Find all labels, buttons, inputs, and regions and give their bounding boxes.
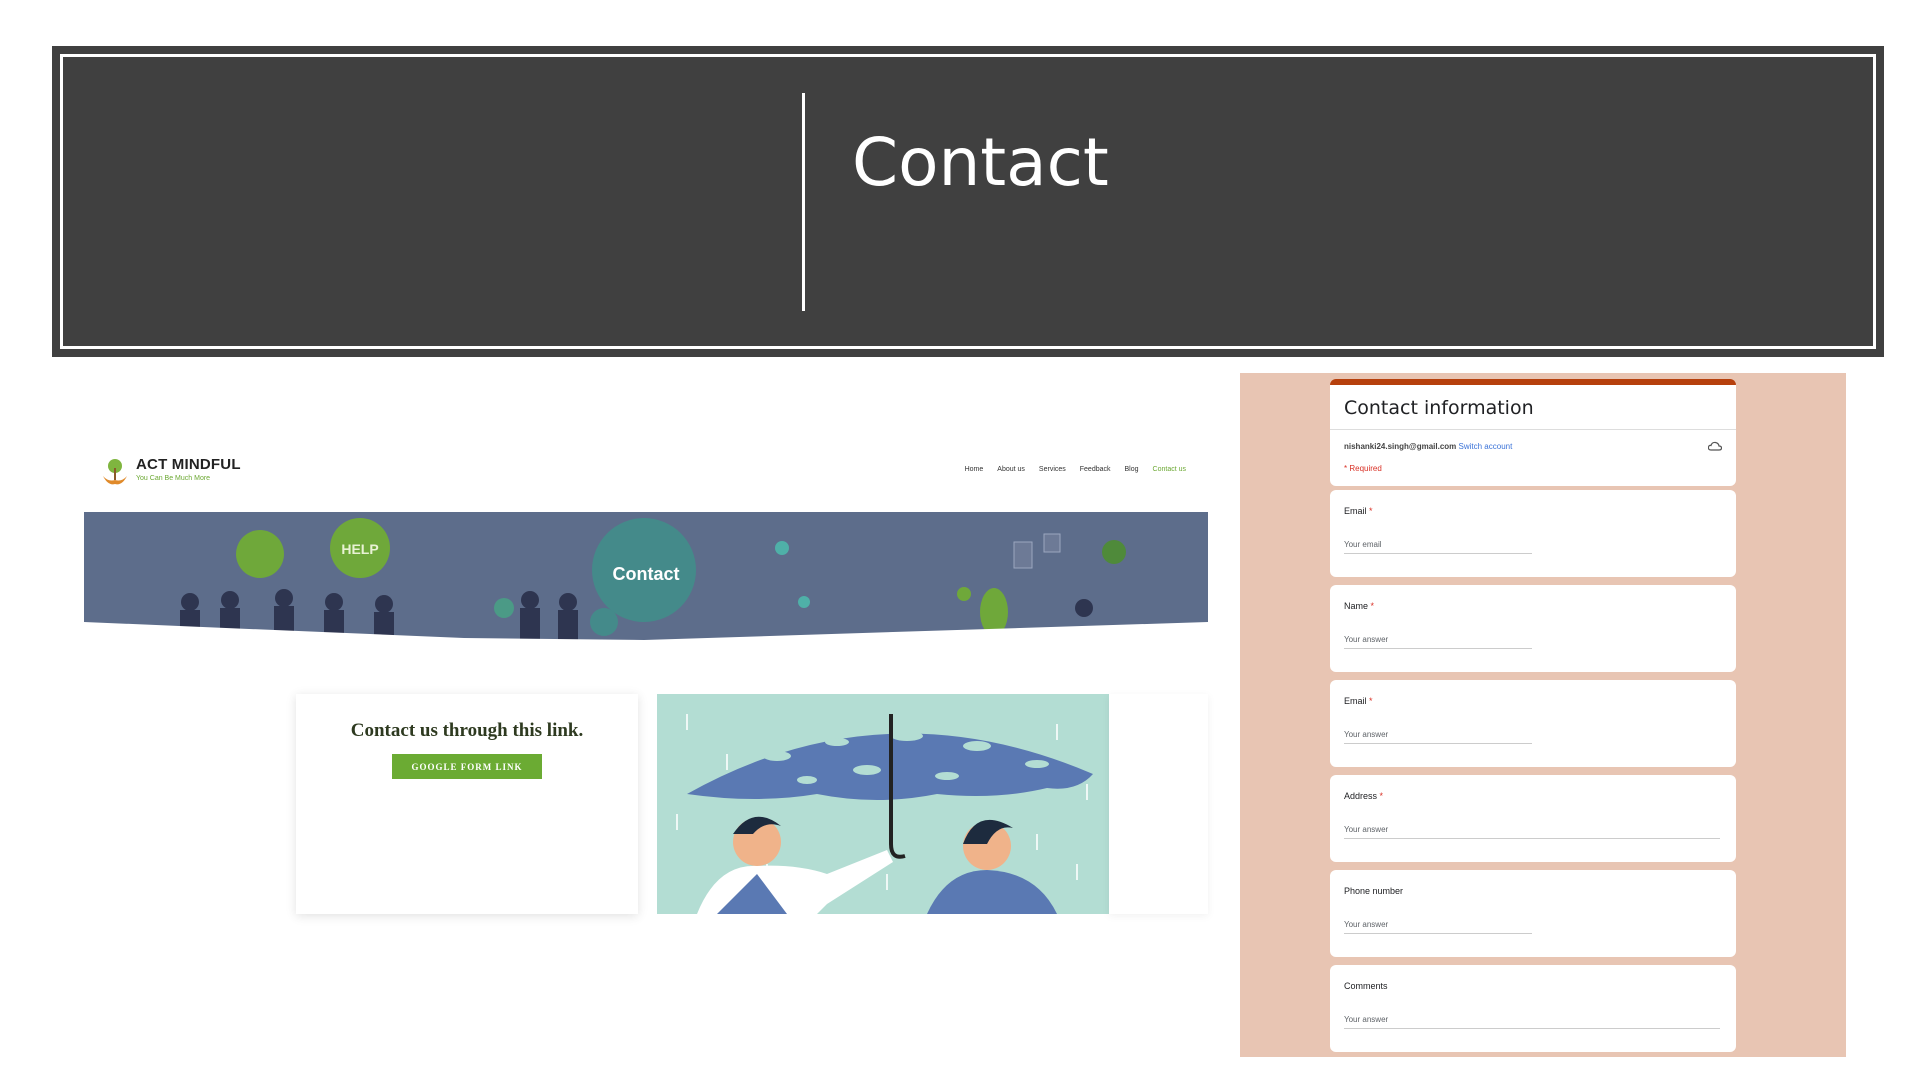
nav-contact-us[interactable]: Contact us bbox=[1153, 466, 1186, 473]
question-name: Name * Your answer bbox=[1330, 585, 1736, 672]
name-field[interactable]: Your answer bbox=[1344, 635, 1388, 644]
hero-banner: HELP Contact bbox=[84, 512, 1208, 642]
website-screenshot: ACT MINDFUL You Can Be Much More Home Ab… bbox=[84, 440, 1208, 920]
comments-field[interactable]: Your answer bbox=[1344, 1015, 1388, 1024]
input-underline bbox=[1344, 1028, 1720, 1029]
help-bubble-text: HELP bbox=[341, 541, 378, 557]
question-comments: Comments Your answer bbox=[1330, 965, 1736, 1052]
email-answer-field[interactable]: Your answer bbox=[1344, 730, 1388, 739]
contact-link-heading: Contact us through this link. bbox=[350, 720, 584, 741]
input-underline bbox=[1344, 743, 1532, 744]
slide-title: Contact bbox=[852, 124, 1109, 201]
umbrella-image bbox=[657, 694, 1109, 914]
nav-about-us[interactable]: About us bbox=[997, 466, 1025, 473]
site-logo-title[interactable]: ACT MINDFUL bbox=[136, 456, 241, 473]
banner-divider bbox=[802, 93, 805, 311]
site-header: ACT MINDFUL You Can Be Much More Home Ab… bbox=[84, 440, 1208, 512]
site-nav: Home About us Services Feedback Blog Con… bbox=[965, 466, 1186, 473]
question-label: Phone number bbox=[1344, 886, 1404, 896]
site-logo-tagline: You Can Be Much More bbox=[136, 475, 211, 482]
form-header-card: Contact information nishanki24.singh@gma… bbox=[1330, 379, 1736, 486]
question-email: Email * Your email bbox=[1330, 490, 1736, 577]
email-field[interactable]: Your email bbox=[1344, 540, 1382, 549]
question-email-2: Email * Your answer bbox=[1330, 680, 1736, 767]
cloud-save-icon bbox=[1708, 441, 1722, 451]
question-label: Email * bbox=[1344, 696, 1373, 706]
nav-feedback[interactable]: Feedback bbox=[1080, 466, 1111, 473]
account-info: nishanki24.singh@gmail.com Switch accoun… bbox=[1344, 442, 1512, 451]
required-note: * Required bbox=[1344, 464, 1382, 473]
nav-home[interactable]: Home bbox=[965, 466, 984, 473]
input-underline bbox=[1344, 933, 1532, 934]
question-phone: Phone number Your answer bbox=[1330, 870, 1736, 957]
input-underline bbox=[1344, 553, 1532, 554]
google-form-link-button[interactable]: GOOGLE FORM LINK bbox=[392, 754, 542, 779]
address-field[interactable]: Your answer bbox=[1344, 825, 1388, 834]
switch-account-link[interactable]: Switch account bbox=[1459, 442, 1513, 451]
title-banner: Contact bbox=[52, 46, 1884, 357]
hero-title: Contact bbox=[612, 564, 680, 584]
input-underline bbox=[1344, 838, 1720, 839]
question-label: Address * bbox=[1344, 791, 1384, 801]
nav-services[interactable]: Services bbox=[1039, 466, 1066, 473]
contact-link-card: Contact us through this link. GOOGLE FOR… bbox=[296, 694, 638, 914]
umbrella-illustration bbox=[657, 694, 1109, 914]
tree-hands-icon bbox=[103, 459, 127, 485]
account-email: nishanki24.singh@gmail.com bbox=[1344, 442, 1457, 451]
form-header-divider bbox=[1330, 429, 1736, 430]
question-label: Comments bbox=[1344, 981, 1388, 991]
google-form-screenshot: Contact information nishanki24.singh@gma… bbox=[1240, 373, 1846, 1057]
form-title: Contact information bbox=[1344, 397, 1534, 419]
question-label: Email * bbox=[1344, 506, 1373, 516]
phone-field[interactable]: Your answer bbox=[1344, 920, 1388, 929]
question-address: Address * Your answer bbox=[1330, 775, 1736, 862]
nav-blog[interactable]: Blog bbox=[1125, 466, 1139, 473]
input-underline bbox=[1344, 648, 1532, 649]
content-card-edge bbox=[1109, 694, 1208, 914]
question-label: Name * bbox=[1344, 601, 1375, 611]
